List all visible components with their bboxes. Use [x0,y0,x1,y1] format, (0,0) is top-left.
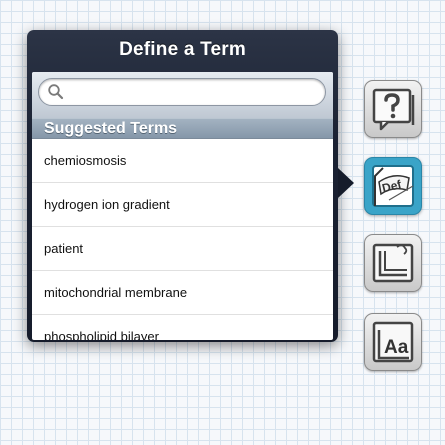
notebook-button[interactable] [364,234,422,292]
suggested-terms-list: chemiosmosis hydrogen ion gradient patie… [32,139,333,340]
question-button[interactable] [364,80,422,138]
list-item[interactable]: chemiosmosis [32,139,333,183]
list-item-label: hydrogen ion gradient [44,197,170,212]
list-item-label: phospholipid bilayer [44,329,159,340]
list-item-label: mitochondrial membrane [44,285,188,300]
popover-title: Define a Term [119,39,246,60]
text-size-icon: Aa [372,321,414,363]
list-item-label: chemiosmosis [44,153,127,168]
search-bar [32,72,333,119]
search-icon [48,84,64,100]
search-input[interactable] [38,78,326,106]
popover-arrow [338,168,354,198]
define-term-button[interactable]: Def [364,157,422,215]
popover-content: Suggested Terms chemiosmosis hydrogen io… [32,72,333,340]
list-item[interactable]: phospholipid bilayer [32,315,333,340]
define-term-icon: Def [372,165,414,207]
section-header-suggested-terms: Suggested Terms [32,118,333,139]
list-item-label: patient [44,241,84,256]
list-item[interactable]: mitochondrial membrane [32,271,333,315]
list-item[interactable]: hydrogen ion gradient [32,183,333,227]
question-icon [372,88,415,131]
list-item[interactable]: patient [32,227,333,271]
text-size-button[interactable]: Aa [364,313,422,371]
notebook-icon [372,243,414,283]
text-size-icon-label: Aa [384,337,409,358]
